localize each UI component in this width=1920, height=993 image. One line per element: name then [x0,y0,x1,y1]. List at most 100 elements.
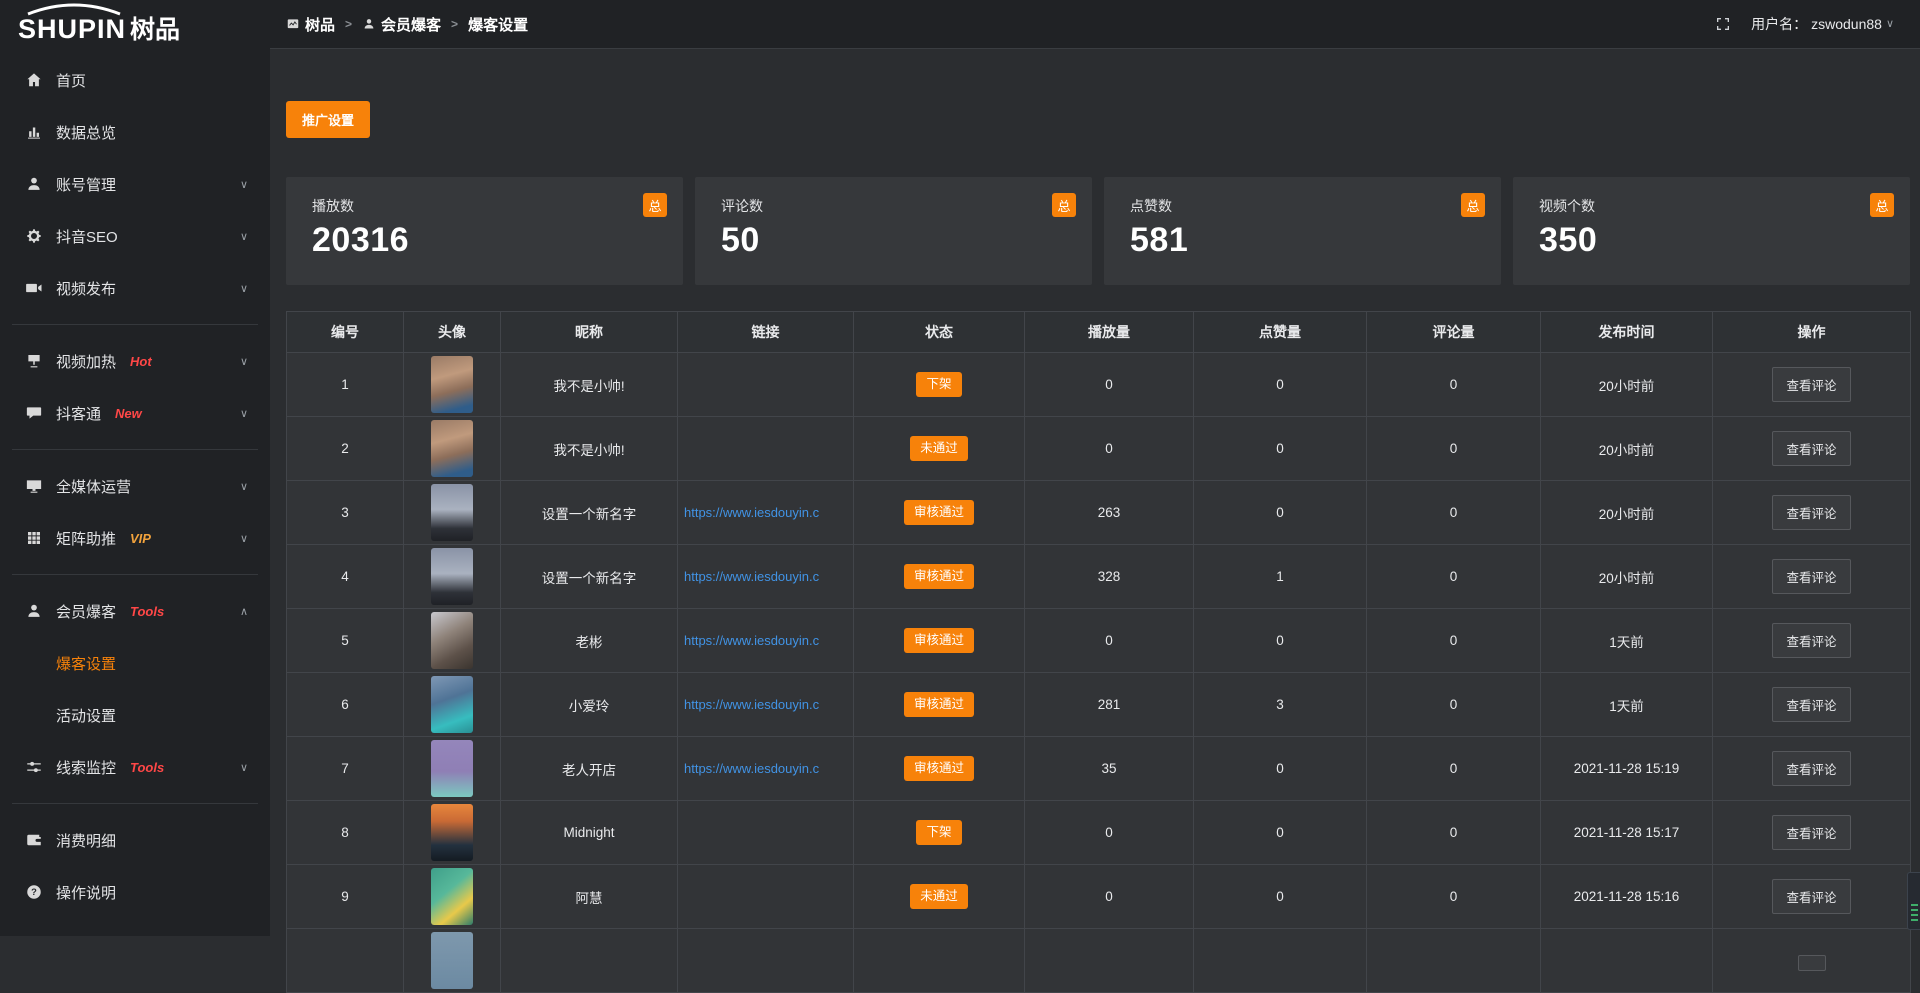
app-logo[interactable]: SHUPIN 树品 [0,3,270,45]
logo-text-cn: 树品 [130,16,180,44]
row-id: 3 [287,481,404,545]
question-icon [24,883,44,901]
username-value: zswodun88 [1811,16,1882,32]
status-badge: 下架 [916,820,961,845]
view-comments-button[interactable]: 查看评论 [1772,687,1850,722]
table-header-row: 编号 头像 昵称 链接 状态 播放量 点赞量 评论量 [287,312,1911,353]
video-link[interactable]: https://www.iesdouyin.c [678,505,853,520]
view-comments-button[interactable]: 查看评论 [1772,751,1850,786]
comment-count: 0 [1367,609,1541,673]
sidebar-item-video-heating[interactable]: 视频加热 Hot ∨ [0,335,270,387]
view-comments-button[interactable]: 查看评论 [1772,431,1850,466]
chevron-icon: ∨ [240,532,248,545]
comment-count: 0 [1367,673,1541,737]
nickname: 小爱玲 [501,673,678,737]
sidebar-item-account-management[interactable]: 账号管理 ∨ [0,158,270,210]
view-comments-button[interactable]: 查看评论 [1772,367,1850,402]
sidebar-subitem-activity-settings[interactable]: 活动设置 [0,689,270,741]
sidebar-item-doukertong[interactable]: 抖客通 New ∨ [0,387,270,439]
stat-card-label: 视频个数 [1539,196,1892,216]
nickname: 我不是小帅! [501,417,678,481]
sidebar-item-label: 抖音SEO [56,226,118,247]
sidebar-item-consumption-detail[interactable]: 消费明细 [0,814,270,866]
avatar [431,868,473,925]
sidebar-item-label: 全媒体运营 [56,476,131,497]
table-column-header: 编号 [287,312,404,353]
view-comments-button[interactable]: 查看评论 [1772,495,1850,530]
play-count: 0 [1025,353,1194,417]
avatar [431,932,473,989]
sidebar-item-member-baoke[interactable]: 会员爆客 Tools ∧ [0,585,270,637]
nickname: 阿慧 [501,865,678,929]
stat-card-label: 点赞数 [1130,196,1483,216]
view-comments-button[interactable]: 查看评论 [1772,879,1850,914]
video-link[interactable]: https://www.iesdouyin.c [678,633,853,648]
chat-bubble-icon [24,404,44,422]
row-id: 5 [287,609,404,673]
breadcrumb-label: 树品 [305,14,335,35]
row-id: 8 [287,801,404,865]
table-row: 9 阿慧 未通过 0 0 0 2021-11-28 15:16 查看评论 [287,865,1911,929]
status-badge: 审核通过 [904,692,974,717]
total-badge: 总 [1052,193,1076,217]
sidebar-item-data-overview[interactable]: 数据总览 [0,106,270,158]
chevron-icon: ∨ [240,282,248,295]
sidebar: 首页 数据总览 账号管理 ∨ 抖音S [0,48,270,936]
breadcrumb-separator: > [451,17,458,31]
bar-chart-icon [24,123,44,141]
row-id: 2 [287,417,404,481]
table-column-header: 播放量 [1025,312,1194,353]
video-link[interactable]: https://www.iesdouyin.c [678,697,853,712]
publish-time: 1天前 [1541,609,1713,673]
sidebar-item-clue-monitor[interactable]: 线索监控 Tools ∨ [0,741,270,793]
chevron-icon: ∨ [240,480,248,493]
sidebar-item-matrix-boost[interactable]: 矩阵助推 VIP ∨ [0,512,270,564]
chevron-icon: ∨ [240,230,248,243]
contact-widget-handle[interactable] [1907,872,1920,930]
view-comments-button[interactable]: 查看评论 [1772,559,1850,594]
user-menu[interactable]: 用户名： zswodun88 ∨ [1751,14,1894,34]
comment-count: 0 [1367,737,1541,801]
row-id: 7 [287,737,404,801]
breadcrumb-item-shupin[interactable]: 树品 [286,14,335,35]
username-prefix: 用户名： [1751,14,1807,34]
breadcrumb-item-member-baoke[interactable]: 会员爆客 [362,14,441,35]
table-row: 5 老彬 https://www.iesdouyin.c 审核通过 0 0 0 … [287,609,1911,673]
like-count: 0 [1194,737,1367,801]
play-count: 0 [1025,801,1194,865]
comment-count: 0 [1367,481,1541,545]
view-comments-button[interactable]: 查看评论 [1772,815,1850,850]
table-row: 1 我不是小帅! 下架 0 0 0 20小时前 查看评论 [287,353,1911,417]
sidebar-item-douyin-seo[interactable]: 抖音SEO ∨ [0,210,270,262]
breadcrumb-label: 爆客设置 [468,14,528,35]
video-link[interactable]: https://www.iesdouyin.c [678,569,853,584]
sidebar-item-label: 数据总览 [56,122,116,143]
breadcrumb-label: 会员爆客 [381,14,441,35]
video-link[interactable]: https://www.iesdouyin.c [678,761,853,776]
view-comments-button[interactable]: 查看评论 [1772,623,1850,658]
nickname [501,929,678,993]
chevron-icon: ∨ [240,178,248,191]
view-comments-button[interactable] [1798,955,1826,971]
sidebar-item-label: 视频加热 [56,351,116,372]
promo-settings-button[interactable]: 推广设置 [286,101,370,138]
avatar [431,420,473,477]
fullscreen-icon[interactable] [1715,16,1731,32]
sidebar-item-badge: New [115,406,142,421]
total-badge: 总 [1870,193,1894,217]
sidebar-item-home[interactable]: 首页 [0,54,270,106]
table-row: 3 设置一个新名字 https://www.iesdouyin.c 审核通过 2… [287,481,1911,545]
logo-text-en: SHUPIN [18,14,126,44]
sidebar-item-all-media-operation[interactable]: 全媒体运营 ∨ [0,460,270,512]
publish-time: 2021-11-28 15:16 [1541,865,1713,929]
sidebar-item-label: 爆客设置 [56,653,116,674]
monitor-icon [24,477,44,495]
avatar [431,356,473,413]
sidebar-item-operation-guide[interactable]: 操作说明 [0,866,270,918]
publish-time: 1天前 [1541,673,1713,737]
nickname: 我不是小帅! [501,353,678,417]
chevron-icon: ∨ [240,355,248,368]
sidebar-item-video-publish[interactable]: 视频发布 ∨ [0,262,270,314]
home-icon [24,71,44,89]
sidebar-subitem-baoke-settings[interactable]: 爆客设置 [0,637,270,689]
